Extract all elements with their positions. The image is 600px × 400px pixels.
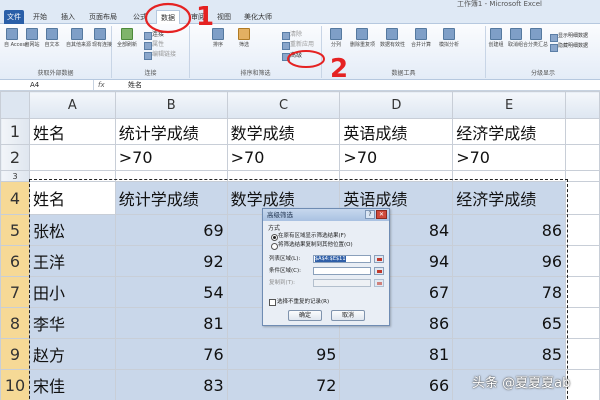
cell[interactable]: 66 [339, 369, 454, 400]
cell[interactable]: 86 [452, 214, 567, 246]
cell[interactable] [339, 170, 454, 182]
cell[interactable]: 76 [114, 338, 228, 370]
row-header[interactable]: 9 [0, 338, 30, 370]
criteria-range-label: 条件区域(C): [269, 268, 301, 274]
watermark: 头条 @夏夏夏ab [472, 376, 571, 391]
column-header-f[interactable] [565, 91, 600, 119]
copy-to-label: 复制到(T): [269, 280, 296, 286]
row-header[interactable]: 6 [0, 245, 30, 277]
row-header[interactable]: 2 [0, 144, 30, 171]
cell[interactable]: >70 [339, 144, 454, 171]
help-button[interactable]: ? [365, 210, 375, 219]
excel-window: 工作簿1 - Microsoft Excel 文件 开始 插入 页面布局 公式 … [0, 0, 600, 400]
select-all-corner[interactable] [0, 91, 30, 119]
table-row: 1 姓名 统计学成绩 数学成绩 英语成绩 经济学成绩 [0, 118, 600, 145]
unique-records-checkbox[interactable]: 选择不重复的记录(R) [269, 298, 329, 306]
cell[interactable] [226, 170, 341, 182]
cell[interactable] [114, 170, 228, 182]
cell[interactable]: 经济学成绩 [452, 181, 567, 215]
cell[interactable]: 数学成绩 [226, 118, 341, 145]
cell[interactable] [565, 170, 600, 182]
cell[interactable]: 92 [114, 245, 228, 277]
cell[interactable] [452, 170, 567, 182]
row-header[interactable]: 4 [0, 181, 30, 215]
column-header[interactable]: B [114, 91, 228, 119]
cell[interactable] [565, 307, 600, 339]
cell[interactable] [565, 338, 600, 370]
row-header[interactable]: 7 [0, 276, 30, 308]
column-header[interactable]: C [226, 91, 341, 119]
cell[interactable]: 83 [114, 369, 228, 400]
cell[interactable] [565, 245, 600, 277]
list-range-value: $A$4:$E$11 [315, 256, 346, 262]
copy-to-input[interactable] [313, 279, 371, 287]
radio-filter-in-place[interactable]: 在原有区域显示筛选结果(F) [271, 232, 346, 241]
cell[interactable]: >70 [226, 144, 341, 171]
cell[interactable]: 张松 [28, 214, 116, 246]
cell[interactable]: 赵方 [28, 338, 116, 370]
cell[interactable]: 李华 [28, 307, 116, 339]
column-header[interactable]: D [339, 91, 454, 119]
name-box[interactable]: A4 [0, 80, 94, 91]
cell[interactable]: 69 [114, 214, 228, 246]
cell[interactable]: 统计学成绩 [114, 181, 228, 215]
cell[interactable]: 姓名 [28, 181, 116, 215]
cell[interactable]: 宋佳 [28, 369, 116, 400]
cell[interactable]: 95 [226, 338, 341, 370]
cell[interactable] [565, 369, 600, 400]
cell[interactable] [565, 276, 600, 308]
row-header[interactable]: 8 [0, 307, 30, 339]
cell[interactable]: 54 [114, 276, 228, 308]
list-range-picker-icon[interactable] [374, 255, 384, 263]
formula-bar: A4 fx 姓名 [0, 80, 600, 91]
cell[interactable]: >70 [114, 144, 228, 171]
close-button[interactable]: ✕ [376, 210, 387, 219]
copy-to-picker-icon[interactable] [374, 279, 384, 287]
method-label: 方式 [268, 225, 281, 232]
cell[interactable]: 王洋 [28, 245, 116, 277]
cell[interactable] [28, 170, 116, 182]
list-range-label: 列表区域(L): [269, 256, 301, 262]
radio-copy-to-location[interactable]: 将筛选结果复制到其他位置(O) [271, 241, 353, 250]
cell[interactable]: >70 [452, 144, 567, 171]
table-row: 9 赵方 76 95 81 85 [0, 338, 600, 370]
cell[interactable] [28, 144, 116, 171]
criteria-range-input[interactable] [313, 267, 371, 275]
cell[interactable]: 姓名 [28, 118, 116, 145]
cell[interactable] [565, 181, 600, 215]
criteria-range-picker-icon[interactable] [374, 267, 384, 275]
row-header[interactable]: 5 [0, 214, 30, 246]
cell[interactable]: 81 [339, 338, 454, 370]
cell[interactable] [565, 118, 600, 145]
cell[interactable]: 78 [452, 276, 567, 308]
row-header[interactable]: 1 [0, 118, 30, 145]
formula-content[interactable]: 姓名 [128, 80, 142, 91]
cell[interactable]: 英语成绩 [339, 118, 454, 145]
cell[interactable]: 81 [114, 307, 228, 339]
cell[interactable] [565, 214, 600, 246]
cell[interactable]: 85 [452, 338, 567, 370]
annotation-number-one: 1 [196, 2, 215, 32]
column-header[interactable]: E [452, 91, 567, 119]
column-header[interactable]: A [28, 91, 116, 119]
table-row: 3 [0, 170, 600, 182]
cell[interactable]: 统计学成绩 [114, 118, 228, 145]
ok-button[interactable]: 确定 [288, 310, 322, 321]
list-range-input[interactable]: $A$4:$E$11 [313, 255, 371, 263]
fx-icon[interactable]: fx [98, 80, 126, 91]
cell[interactable]: 经济学成绩 [452, 118, 567, 145]
cancel-button[interactable]: 取消 [331, 310, 365, 321]
advanced-filter-dialog: 高级筛选 ? ✕ 方式 在原有区域显示筛选结果(F) 将筛选结果复制到其他位置(… [262, 208, 390, 326]
cell[interactable]: 田小 [28, 276, 116, 308]
annotation-circle-advanced [287, 50, 325, 68]
row-header[interactable]: 3 [0, 170, 30, 182]
table-row: 2 >70 >70 >70 >70 [0, 144, 600, 171]
row-header[interactable]: 10 [0, 369, 30, 400]
cell[interactable]: 65 [452, 307, 567, 339]
annotation-circle-data-tab [144, 2, 192, 34]
cell[interactable] [565, 144, 600, 171]
cell[interactable]: 96 [452, 245, 567, 277]
cell[interactable]: 72 [226, 369, 341, 400]
